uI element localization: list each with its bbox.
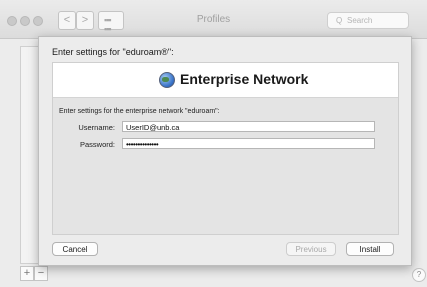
search-placeholder: Search <box>347 16 373 25</box>
password-field[interactable]: •••••••••••••• <box>122 138 375 149</box>
add-remove-controls: + − <box>20 266 48 281</box>
title-bar: < > ▪▪▪ ▪▪▪ Profiles Q Search <box>0 0 427 39</box>
cancel-button[interactable]: Cancel <box>52 242 98 256</box>
settings-header: Enterprise Network <box>53 63 398 98</box>
settings-content-box: Enterprise Network Enter settings for th… <box>52 62 399 235</box>
username-label: Username: <box>78 123 115 132</box>
search-field[interactable]: Q Search <box>327 12 409 29</box>
settings-description: Enter settings for the enterprise networ… <box>59 108 220 115</box>
previous-button[interactable]: Previous <box>286 242 336 256</box>
sheet-title: Enter settings for "eduroam®": <box>52 47 174 57</box>
remove-profile-button[interactable]: − <box>34 266 48 281</box>
header-title: Enterprise Network <box>180 71 309 87</box>
system-preferences-window: •• < > ▪▪▪▪▪▪ Profiles Q Search + − ? En… <box>0 0 427 287</box>
password-label: Password: <box>79 140 115 149</box>
username-field[interactable]: UserID@unb.ca <box>122 121 375 132</box>
add-profile-button[interactable]: + <box>20 266 34 281</box>
install-button[interactable]: Install <box>346 242 394 256</box>
help-button[interactable]: ? <box>412 268 426 282</box>
enterprise-settings-sheet: Enter settings for "eduroam®": Enterpris… <box>38 36 412 266</box>
network-globe-icon <box>159 72 175 88</box>
search-icon: Q <box>336 16 343 25</box>
